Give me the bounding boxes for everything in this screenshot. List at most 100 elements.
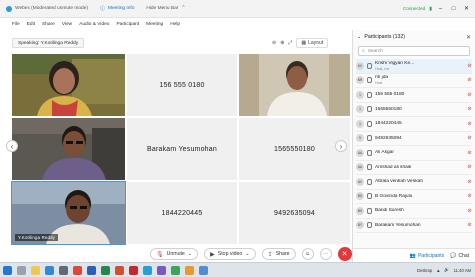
chat-tab-button[interactable]: 💬 Chat [450, 253, 469, 259]
app-icon-3[interactable] [185, 265, 194, 275]
volume-icon[interactable]: 🔊 [444, 267, 449, 273]
close-button[interactable]: ✕ [462, 4, 471, 13]
participants-header: ⌄ Participants (132) ✕ [353, 30, 475, 44]
previous-page-arrow[interactable]: ‹ [6, 140, 18, 152]
menu-audio-video[interactable]: Audio & Video [79, 22, 109, 27]
participant-name-text: nh jda [375, 75, 389, 81]
muted-status-icon: ⊘ [467, 77, 472, 84]
chrome-icon[interactable] [73, 265, 82, 275]
clock[interactable]: 11:40 AM [454, 268, 471, 273]
tile-label: 1844220445 [161, 209, 203, 217]
woman-video-image [12, 54, 125, 116]
task-view-icon[interactable] [17, 265, 26, 275]
participant-row[interactable]: 1 156 555 0180 ⊘ [356, 88, 472, 103]
next-page-arrow[interactable]: › [335, 140, 347, 152]
zoom-in-icon[interactable]: ⊕ [280, 40, 284, 46]
participant-name-text: 9492635094 [375, 135, 402, 141]
video-tile-active-speaker[interactable]: Y.Kotilinga Reddy [11, 181, 126, 245]
participant-name-text: Barakam Yesumohan [375, 222, 421, 228]
app-icon[interactable] [157, 265, 166, 275]
acrobat-icon[interactable] [129, 265, 138, 275]
video-tile-man-glasses[interactable] [12, 118, 125, 180]
participant-name-text: Amshad ali shaik [375, 164, 412, 170]
close-icon: ✕ [341, 251, 348, 258]
app-icon-4[interactable] [199, 265, 208, 275]
video-tile-barakam[interactable]: Barakam Yesumohan [127, 118, 237, 180]
hide-menu-bar-button[interactable]: Hide Menu Bar ⌃ [140, 6, 191, 11]
menu-file[interactable]: File [12, 22, 20, 27]
participants-tab-button[interactable]: 👥 Participants [410, 253, 444, 259]
participant-row[interactable]: KV Krishi Vigyan Ke... Host, me ⊘ [356, 59, 472, 74]
video-tile-woman[interactable] [12, 54, 125, 116]
edge-icon[interactable] [45, 265, 54, 275]
windows-taskbar: Desktop ▲ 🔊 11:40 AM [0, 262, 475, 277]
zoom-out-icon[interactable]: ⊖ [272, 40, 276, 46]
unmute-button[interactable]: 🎙 Unmute ⌄ [150, 248, 199, 260]
menu-help[interactable]: Help [170, 22, 180, 27]
participant-row[interactable]: BS Bandi Suresh ⊘ [356, 204, 472, 219]
muted-status-icon: ⊘ [467, 106, 472, 113]
participant-row[interactable]: 1 1844220445 ⊘ [356, 117, 472, 132]
video-tile-phone-2[interactable]: 1565550180 [239, 118, 350, 180]
participants-tab-label: Participants [418, 252, 445, 259]
video-tile-man-white[interactable] [239, 54, 350, 116]
meeting-controls: 🎙 Unmute ⌄ ▶ Stop video ⌄ ⇪ Share ☺ ⋯ ✕ [150, 247, 352, 261]
muted-status-icon: ⊘ [467, 193, 472, 200]
network-icon[interactable]: ▲ [436, 268, 440, 273]
participants-search-input[interactable]: ⌕ Search [358, 46, 470, 56]
participant-row[interactable]: AA Amshad ali shaik ⊘ [356, 161, 472, 175]
menu-participant[interactable]: Participant [116, 22, 139, 27]
powerpoint-icon[interactable] [115, 265, 124, 275]
participant-name: nh jda Host [375, 75, 464, 85]
layout-button[interactable]: ▦ Layout [296, 38, 329, 48]
microphone-icon [367, 222, 372, 229]
menu-view[interactable]: View [62, 22, 72, 27]
webex-taskbar-icon[interactable] [143, 265, 152, 275]
share-label: Share [275, 251, 290, 257]
participant-row[interactable]: AA Ali Asgar ⊘ [356, 146, 472, 161]
menu-edit[interactable]: Edit [27, 22, 35, 27]
participant-row[interactable]: AV Attrala venkah Venkah ⊘ [356, 175, 472, 190]
excel-icon[interactable] [101, 265, 110, 275]
file-explorer-icon[interactable] [31, 265, 40, 275]
fullscreen-icon[interactable]: ⤢ [288, 40, 292, 46]
more-icon: ⋯ [322, 251, 329, 257]
avatar: 1 [356, 119, 364, 128]
avatar: AA [356, 148, 364, 157]
participant-row[interactable]: 9 9492635094 ⊘ [356, 132, 472, 146]
desktop-label[interactable]: Desktop [417, 268, 432, 273]
menu-share[interactable]: Share [42, 22, 55, 27]
muted-status-icon: ⊘ [467, 149, 472, 156]
windows-start-icon[interactable] [3, 265, 12, 275]
participant-row[interactable]: BG B Govinda Rajulu ⊘ [356, 190, 472, 204]
muted-status-icon: ⊘ [467, 135, 472, 142]
close-panel-icon[interactable]: ✕ [466, 34, 471, 41]
store-icon[interactable] [59, 265, 68, 275]
video-tile-phone-4[interactable]: 9492635094 [239, 182, 350, 244]
man-white-video-image [239, 54, 350, 116]
participant-row[interactable]: NR nh jda Host ⊘ [356, 74, 472, 88]
reactions-button[interactable]: ☺ [301, 248, 314, 260]
meeting-info-button[interactable]: ⓘ Meeting Info [94, 5, 140, 12]
menu-meeting[interactable]: Meeting [146, 22, 163, 27]
participant-row[interactable]: 1 1565550180 ⊘ [356, 103, 472, 117]
participant-name: 1844220445 [375, 121, 464, 126]
more-options-button[interactable]: ⋯ [319, 248, 332, 260]
minimize-button[interactable]: – [436, 4, 445, 13]
title-bar: Webex (Moderated unmute mode) ⓘ Meeting … [0, 0, 475, 18]
stop-video-button[interactable]: ▶ Stop video ⌄ [204, 248, 256, 260]
participants-title: Participants (132) [364, 34, 406, 40]
video-tile-phone-3[interactable]: 1844220445 [127, 182, 237, 244]
webex-logo-icon [6, 5, 12, 12]
word-icon[interactable] [87, 265, 96, 275]
end-meeting-button[interactable]: ✕ [337, 247, 352, 261]
share-button[interactable]: ⇪ Share [261, 248, 296, 260]
video-tile-phone-1[interactable]: 156 555 0180 [127, 54, 237, 116]
app-icon-2[interactable] [171, 265, 180, 275]
participant-row[interactable]: BY Barakam Yesumohan ⊘ [356, 219, 472, 233]
tile-label: Barakam Yesumohan [147, 145, 217, 153]
stop-video-label: Stop video [217, 251, 243, 257]
chevron-down-icon[interactable]: ⌄ [357, 34, 361, 40]
maximize-button[interactable]: □ [449, 4, 458, 13]
avatar: NR [356, 76, 364, 85]
